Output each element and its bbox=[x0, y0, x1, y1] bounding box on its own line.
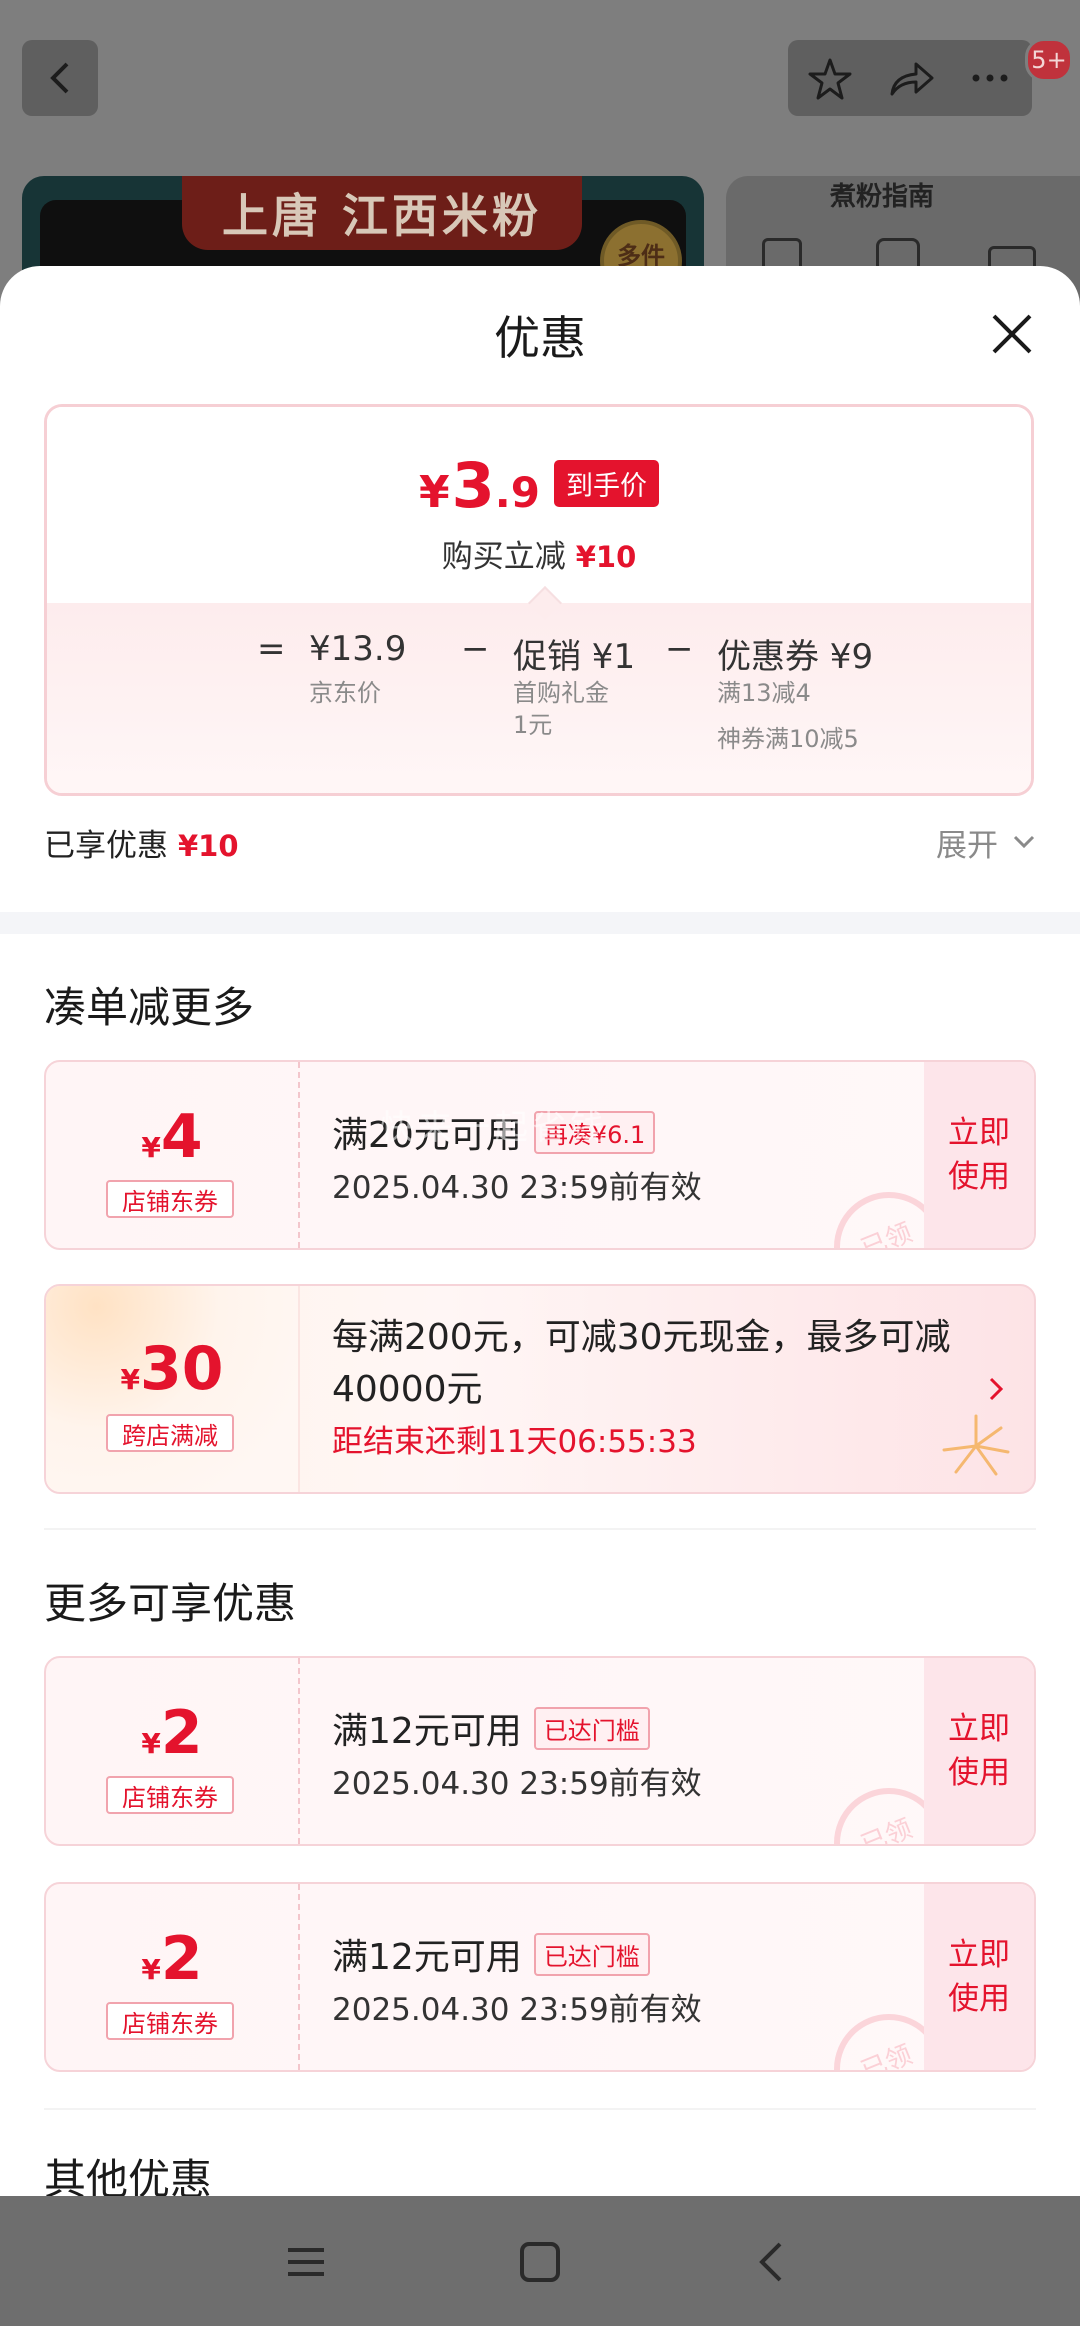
home-icon[interactable] bbox=[512, 2234, 568, 2290]
coupon-card: ¥4 店铺东券 满20元可用 再凑¥6.1 2025.04.30 23:59前有… bbox=[44, 1060, 1036, 1250]
final-price: ¥ 3 .9 到手价 bbox=[47, 449, 1031, 522]
cross-store-promo-card[interactable]: ¥30 跨店满减 每满200元，可减30元现金，最多可减40000元 距结束还剩… bbox=[44, 1284, 1036, 1494]
list-divider bbox=[44, 1528, 1036, 1530]
coupon-condition-text: 满12元可用 bbox=[332, 1711, 522, 1752]
threshold-met-tag: 已达门槛 bbox=[533, 1932, 650, 1976]
watermark-text: 快来一起省钱 bbox=[380, 1108, 608, 1148]
coupon-type: 店铺东券 bbox=[106, 2002, 234, 2040]
coupon-detail: 满13减4 bbox=[717, 679, 811, 707]
coupon-validity: 2025.04.30 23:59前有效 bbox=[332, 1992, 702, 2028]
promo-detail: 首购礼金 bbox=[513, 679, 609, 707]
promo-discount: 促销 ¥1 bbox=[513, 637, 636, 677]
promo-description: 每满200元，可减30元现金，最多可减40000元 bbox=[332, 1317, 951, 1410]
discount-sheet: 优惠 ¥ 3 .9 到手价 购买立减 ¥10 = ¥13.9 京东价 − 促销 ¥… bbox=[0, 266, 1080, 2196]
equals-sign: = bbox=[257, 629, 286, 669]
product-page-background: 5+ 上唐 江西米粉 多件 煮粉指南 bbox=[0, 0, 1080, 316]
notification-badge: 5+ bbox=[1025, 38, 1073, 82]
coupon-card: ¥2 店铺东券 满12元可用 已达门槛 2025.04.30 23:59前有效 … bbox=[44, 1882, 1036, 2072]
minus-sign: − bbox=[461, 629, 490, 669]
enjoyed-discount: 已享优惠 ¥10 bbox=[44, 820, 239, 865]
jd-price: ¥13.9 bbox=[309, 629, 407, 669]
section-divider bbox=[0, 912, 1080, 934]
save-label: 购买立减 bbox=[441, 539, 566, 575]
enjoyed-label: 已享优惠 bbox=[44, 828, 168, 864]
coupon-condition-text: 满12元可用 bbox=[332, 1937, 522, 1978]
promo-countdown: 距结束还剩11天06:55:33 bbox=[332, 1424, 697, 1460]
use-now-button[interactable]: 立即 使用 bbox=[924, 1062, 1034, 1248]
back-button[interactable] bbox=[22, 40, 98, 116]
chevron-down-icon[interactable] bbox=[1012, 834, 1036, 850]
use-now-button[interactable]: 立即 使用 bbox=[924, 1884, 1034, 2070]
coupon-discount: 优惠券 ¥9 bbox=[717, 637, 874, 677]
instant-save: 购买立减 ¥10 bbox=[47, 531, 1031, 576]
price-integer: 3 bbox=[451, 449, 495, 522]
close-icon[interactable] bbox=[988, 310, 1036, 358]
save-amount: ¥10 bbox=[575, 540, 637, 574]
final-price-tag: 到手价 bbox=[553, 460, 659, 507]
system-nav-bar bbox=[0, 2196, 1080, 2326]
use-now-button[interactable]: 立即 使用 bbox=[924, 1658, 1034, 1844]
coupon-amount: ¥4 bbox=[141, 1102, 203, 1172]
coupon-type: 店铺东券 bbox=[106, 1776, 234, 1814]
sheet-title: 优惠 bbox=[494, 311, 586, 365]
banner-title: 上唐 江西米粉 bbox=[182, 176, 582, 250]
coupon-amount: ¥2 bbox=[141, 1924, 203, 1994]
list-divider bbox=[44, 2108, 1036, 2110]
price-currency: ¥ bbox=[419, 467, 450, 518]
menu-icon[interactable] bbox=[278, 2234, 334, 2290]
expand-button[interactable]: 展开 bbox=[936, 820, 998, 865]
super-coupon-detail: 神券满10减5 bbox=[717, 725, 859, 753]
section-title-other-discounts: 其他优惠 bbox=[44, 2155, 213, 2196]
coupon-card: ¥2 店铺东券 满12元可用 已达门槛 2025.04.30 23:59前有效 … bbox=[44, 1656, 1036, 1846]
share-icon[interactable] bbox=[870, 48, 950, 108]
fireworks-icon bbox=[942, 1414, 1010, 1476]
coupon-validity: 2025.04.30 23:59前有效 bbox=[332, 1170, 702, 1206]
price-decimal: .9 bbox=[494, 468, 540, 517]
threshold-met-tag: 已达门槛 bbox=[533, 1706, 650, 1750]
price-breakdown-card: ¥ 3 .9 到手价 购买立减 ¥10 = ¥13.9 京东价 − 促销 ¥1 首… bbox=[44, 404, 1034, 796]
coupon-condition: 满12元可用 已达门槛 bbox=[332, 1928, 650, 1980]
promo-amount: ¥30 bbox=[120, 1334, 224, 1404]
promo-detail-amount: 1元 bbox=[513, 711, 553, 739]
minus-sign: − bbox=[665, 629, 694, 669]
coupon-condition: 满12元可用 已达门槛 bbox=[332, 1702, 650, 1754]
promo-type: 跨店满减 bbox=[106, 1414, 234, 1452]
coupon-type: 店铺东券 bbox=[106, 1180, 234, 1218]
top-actions-group bbox=[788, 40, 1032, 116]
back-arrow-icon bbox=[50, 62, 69, 94]
back-icon[interactable] bbox=[744, 2234, 800, 2290]
enjoyed-amount: ¥10 bbox=[178, 829, 239, 863]
chevron-right-icon[interactable] bbox=[986, 1374, 1006, 1404]
star-icon[interactable] bbox=[790, 48, 870, 108]
more-icon[interactable] bbox=[950, 48, 1030, 108]
section-title-more-discounts: 更多可享优惠 bbox=[44, 1579, 297, 1628]
section-title-add-more: 凑单减更多 bbox=[44, 983, 255, 1032]
price-calculation: = ¥13.9 京东价 − 促销 ¥1 首购礼金 1元 − 优惠券 ¥9 满13… bbox=[47, 603, 1031, 793]
jd-price-label: 京东价 bbox=[309, 679, 381, 707]
coupon-amount: ¥2 bbox=[141, 1698, 203, 1768]
guide-title: 煮粉指南 bbox=[830, 182, 935, 212]
coupon-validity: 2025.04.30 23:59前有效 bbox=[332, 1766, 702, 1802]
